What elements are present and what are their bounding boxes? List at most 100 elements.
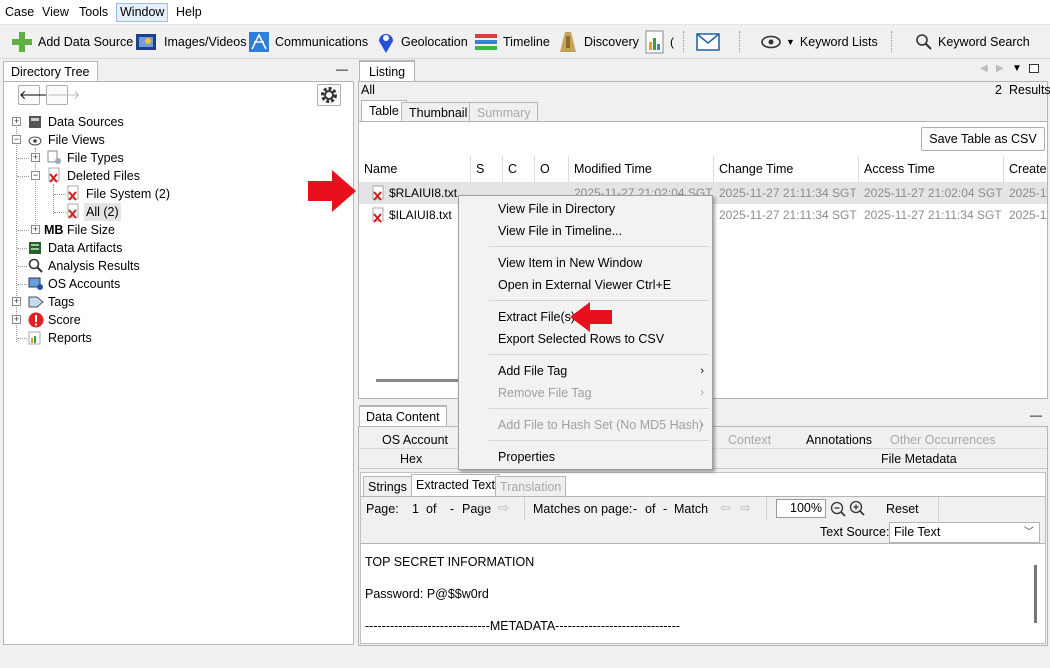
data-content-tab[interactable]: Data Content	[359, 405, 447, 427]
tab-file-metadata[interactable]: File Metadata	[881, 452, 957, 466]
add-data-source-button[interactable]: Add Data Source	[11, 25, 133, 59]
deleted-file-icon	[66, 185, 80, 201]
keyword-search-button[interactable]: Keyword Search	[915, 25, 1030, 59]
tab-annotations[interactable]: Annotations	[806, 433, 872, 447]
tab-thumbnail[interactable]: Thumbnail	[401, 102, 476, 122]
truncated-label: (	[670, 35, 674, 49]
file-types-icon	[47, 150, 62, 165]
vertical-scrollbar[interactable]	[1034, 565, 1037, 623]
back-button[interactable]: 🡐	[18, 85, 53, 105]
menu-add-file-tag[interactable]: Add File Tag ›	[498, 362, 704, 380]
next-match-icon[interactable]: ⇨	[740, 500, 751, 516]
gear-icon	[319, 85, 339, 105]
directory-tree-panel: 🡐 🡒 + Data Sources − File Views + File T…	[3, 81, 354, 645]
zoom-in-icon[interactable]	[849, 500, 865, 516]
menu-extract-files[interactable]: Extract File(s)	[498, 308, 575, 326]
extracted-text-content[interactable]: TOP SECRET INFORMATION Password: P@$$w0r…	[361, 545, 1045, 643]
column-header-c[interactable]: C	[503, 156, 535, 182]
menu-tools[interactable]: Tools	[79, 5, 108, 19]
tree-item-label: OS Accounts	[48, 277, 121, 291]
tree-item-label: Data Sources	[48, 115, 124, 129]
discovery-button[interactable]: Discovery	[557, 25, 639, 59]
tab-scroll-right-icon[interactable]: ▶	[996, 63, 1004, 74]
matches-of-label: of	[645, 502, 656, 516]
listing-tab[interactable]: Listing	[359, 60, 416, 82]
expand-icon[interactable]: +	[31, 153, 40, 162]
row-name: $RLAIUI8.txt	[389, 186, 458, 200]
page-total: -	[450, 502, 455, 516]
tab-os-account[interactable]: OS Account	[382, 433, 448, 447]
zoom-field[interactable]: 100%	[776, 499, 826, 518]
geolocation-button[interactable]: Geolocation	[376, 25, 468, 59]
settings-button[interactable]	[317, 84, 341, 106]
annotation-arrow-icon	[570, 302, 612, 332]
listing-path: All	[361, 83, 375, 97]
tab-list-icon[interactable]: ▼	[1012, 63, 1022, 74]
minimize-icon[interactable]: —	[336, 62, 348, 76]
menu-item-label: Add File Tag	[498, 364, 568, 378]
toolbar-separator	[891, 31, 892, 53]
forward-button[interactable]: 🡒	[46, 85, 81, 105]
expand-icon[interactable]: +	[12, 117, 21, 126]
tab-extracted-text[interactable]: Extracted Text	[411, 474, 500, 496]
expand-icon[interactable]: +	[12, 297, 21, 306]
horizontal-scrollbar[interactable]	[376, 379, 460, 382]
tree-item-label: Data Artifacts	[48, 241, 123, 255]
maximize-icon[interactable]	[1029, 64, 1039, 73]
communications-button[interactable]: Communications	[248, 25, 368, 59]
tab-scroll-left-icon[interactable]: ◀	[980, 63, 988, 74]
menu-item-label: Remove File Tag	[498, 386, 592, 400]
column-header-change-time[interactable]: Change Time	[714, 156, 859, 182]
tab-hex[interactable]: Hex	[400, 452, 422, 466]
images-videos-button[interactable]: Images/Videos	[135, 25, 246, 59]
menu-window[interactable]: Window	[116, 3, 169, 22]
menu-properties[interactable]: Properties	[498, 448, 555, 466]
tab-table[interactable]: Table	[361, 100, 407, 122]
column-header-modified-time[interactable]: Modified Time	[569, 156, 714, 182]
tab-strings[interactable]: Strings	[363, 476, 412, 496]
chart-report-icon	[645, 30, 665, 54]
deleted-file-icon	[371, 185, 385, 201]
column-header-created[interactable]: Created	[1004, 156, 1047, 182]
search-icon	[915, 33, 933, 51]
results-count: 2	[995, 83, 1002, 97]
deleted-file-icon	[66, 203, 80, 219]
menu-view-file-in-directory[interactable]: View File in Directory	[498, 200, 615, 218]
email-button[interactable]	[696, 25, 720, 59]
collapse-icon[interactable]: −	[31, 171, 40, 180]
expand-icon[interactable]: +	[31, 225, 40, 234]
text-viewer: Strings Extracted Text Translation Page:…	[360, 472, 1046, 644]
minimize-icon[interactable]: —	[1030, 408, 1042, 422]
expand-icon[interactable]: +	[12, 315, 21, 324]
collapse-icon[interactable]: −	[12, 135, 21, 144]
column-header-access-time[interactable]: Access Time	[859, 156, 1004, 182]
arrow-right-icon: 🡒	[47, 88, 81, 102]
reset-button[interactable]: Reset	[886, 502, 919, 516]
timeline-button[interactable]: Timeline	[474, 25, 550, 59]
keyword-lists-button[interactable]: ▼ Keyword Lists	[761, 25, 878, 59]
menu-case[interactable]: Case	[5, 5, 34, 19]
next-page-icon[interactable]: ⇨	[498, 500, 509, 516]
menu-view-item-new-window[interactable]: View Item in New Window	[498, 254, 642, 272]
column-header-o[interactable]: O	[535, 156, 569, 182]
menu-view[interactable]: View	[42, 5, 69, 19]
prev-page-icon[interactable]: ⇦	[478, 500, 489, 516]
row-name: $ILAIUI8.txt	[389, 208, 452, 222]
report-chart-button[interactable]: (	[645, 25, 674, 59]
save-table-csv-button[interactable]: Save Table as CSV	[921, 127, 1045, 151]
menu-help[interactable]: Help	[176, 5, 202, 19]
directory-tree-tab[interactable]: Directory Tree	[3, 61, 98, 82]
match-word: Match	[674, 502, 709, 516]
report-icon	[28, 331, 42, 345]
discovery-label: Discovery	[584, 35, 639, 49]
zoom-out-icon[interactable]	[830, 501, 846, 517]
matches-total: -	[663, 502, 668, 516]
menu-open-external-viewer[interactable]: Open in External Viewer Ctrl+E	[498, 276, 671, 294]
menu-view-file-in-timeline[interactable]: View File in Timeline...	[498, 222, 622, 240]
column-header-s[interactable]: S	[471, 156, 503, 182]
prev-match-icon[interactable]: ⇦	[720, 500, 731, 516]
text-source-select[interactable]: File Text ﹀	[889, 522, 1040, 543]
row-created-time: 2025-11	[1009, 186, 1047, 200]
column-header-name[interactable]: Name	[359, 156, 471, 182]
menu-separator	[489, 440, 709, 441]
